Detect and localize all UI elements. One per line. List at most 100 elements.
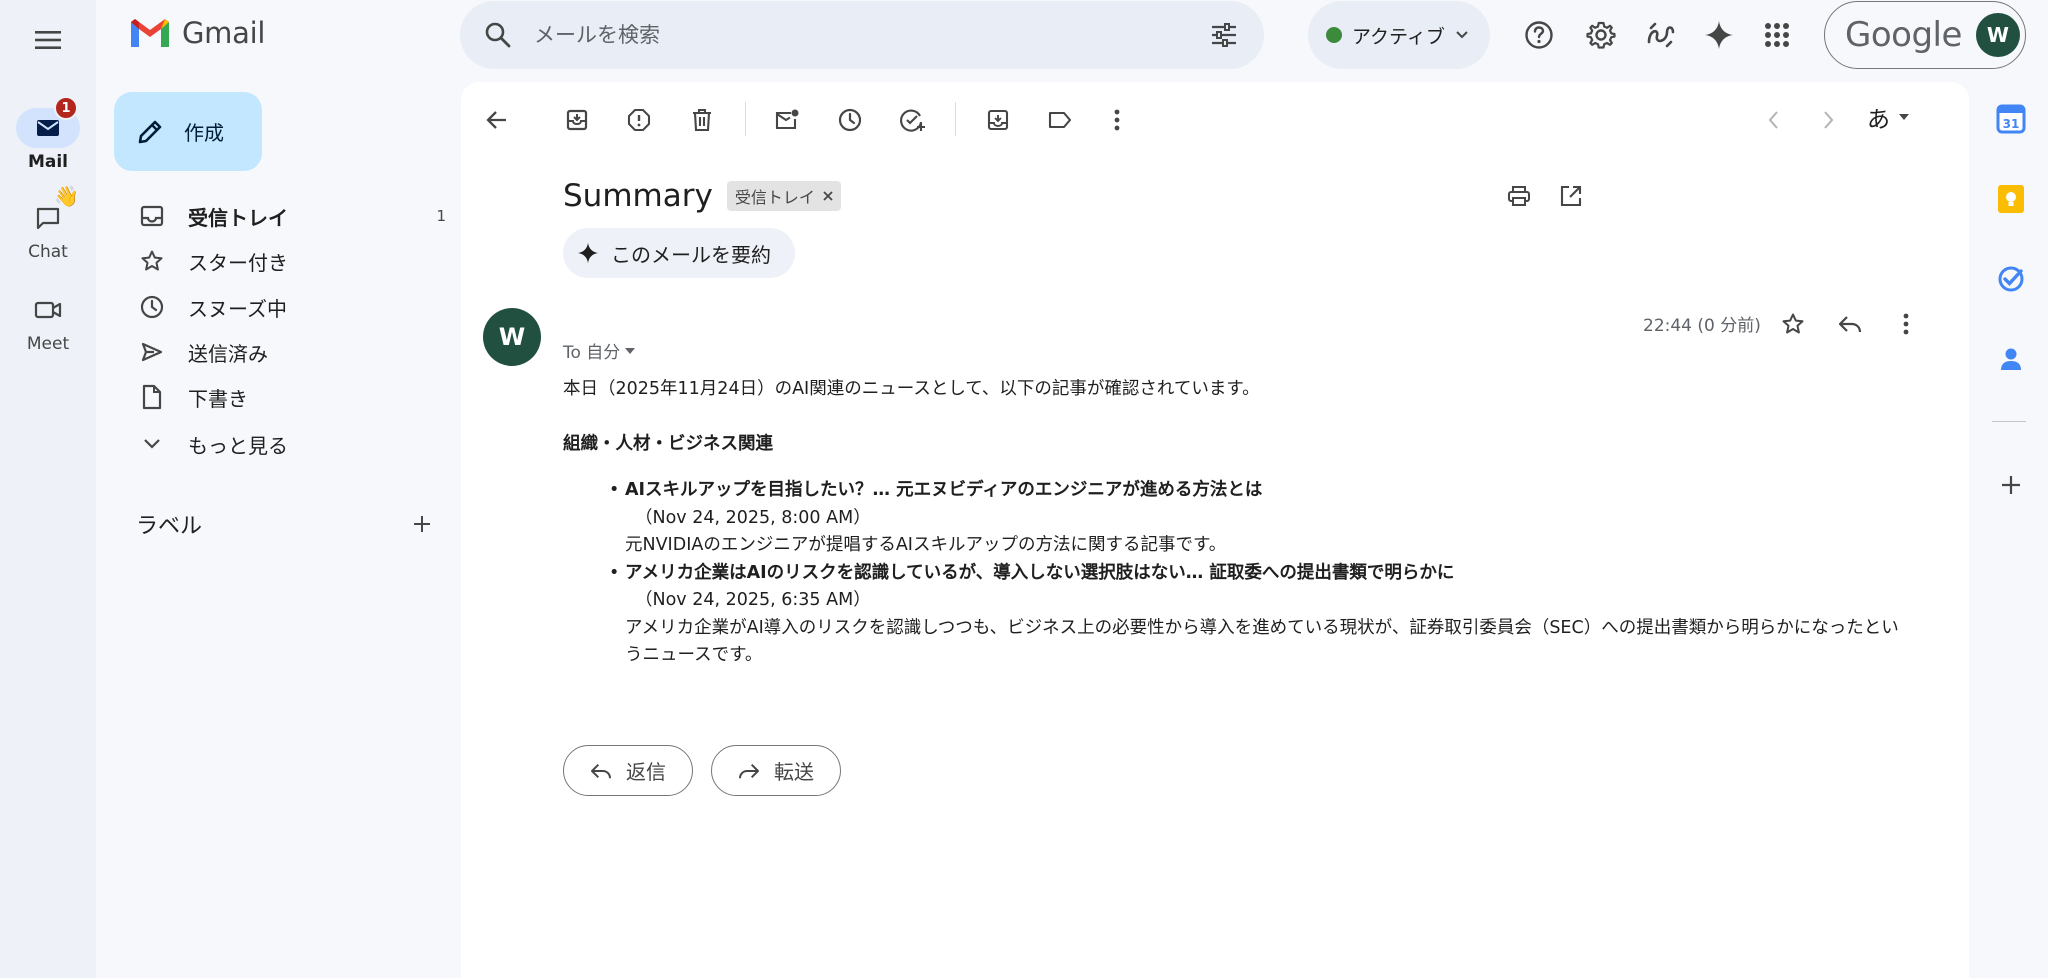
nav-label-more: もっと見る <box>188 433 288 458</box>
back-button[interactable] <box>477 100 517 140</box>
ime-label: あ <box>1867 107 1890 133</box>
video-icon <box>34 300 62 320</box>
summarize-email-button[interactable]: このメールを要約 <box>563 228 795 278</box>
gmail-logo[interactable]: Gmail <box>128 16 265 50</box>
rail-item-chat[interactable]: 👋 Chat <box>0 184 96 262</box>
nav-label-drafts: 下書き <box>188 386 248 411</box>
delete-button[interactable] <box>682 100 722 140</box>
nav-item-more[interactable]: もっと見る <box>126 422 446 466</box>
email-body: 本日（2025年11月24日）のAI関連のニュースとして、以下の記事が確認されて… <box>563 376 1903 670</box>
nav-item-snoozed[interactable]: スヌーズ中 <box>126 285 446 329</box>
reply-label: 返信 <box>626 760 666 784</box>
nav-item-sent[interactable]: 送信済み <box>126 330 446 374</box>
email-subject: Summary <box>563 178 713 214</box>
star-button[interactable] <box>1773 304 1813 344</box>
remove-label-button[interactable] <box>823 191 833 201</box>
gmail-m-icon <box>128 16 172 50</box>
extensions-button[interactable] <box>1640 14 1682 56</box>
article-date: （Nov 24, 2025, 6:35 AM） <box>635 590 871 610</box>
article-title: アメリカ企業はAIのリスクを認識しているが、導入しない選択肢はない… 証取委への… <box>625 562 1455 583</box>
search-options-icon[interactable] <box>1210 23 1238 47</box>
list-item: アメリカ企業はAIのリスクを認識しているが、導入しない選択肢はない… 証取委への… <box>609 560 1903 670</box>
help-icon <box>1524 20 1554 50</box>
keep-button[interactable] <box>1990 178 2032 220</box>
apps-button[interactable] <box>1756 14 1798 56</box>
compose-button[interactable]: 作成 <box>114 92 262 171</box>
get-addons-button[interactable] <box>1990 464 2032 506</box>
rail-label-chat: Chat <box>28 242 68 262</box>
pencil-icon <box>136 118 164 146</box>
forward-button[interactable]: 転送 <box>711 745 841 796</box>
settings-button[interactable] <box>1580 14 1622 56</box>
recipient-details[interactable]: To 自分 <box>563 338 636 363</box>
nav-item-drafts[interactable]: 下書き <box>126 375 446 419</box>
add-task-button[interactable] <box>893 100 933 140</box>
mail-icon <box>36 118 60 138</box>
archive-button[interactable] <box>557 100 597 140</box>
forward-icon <box>738 762 760 780</box>
move-to-button[interactable] <box>978 100 1018 140</box>
report-spam-button[interactable] <box>619 100 659 140</box>
mark-unread-button[interactable] <box>767 100 807 140</box>
mark-unread-icon <box>774 108 800 132</box>
chevron-left-icon <box>1767 110 1779 130</box>
help-button[interactable] <box>1518 14 1560 56</box>
calendar-button[interactable]: 31 <box>1990 98 2032 140</box>
newer-button[interactable] <box>1753 100 1793 140</box>
message-more-button[interactable] <box>1886 304 1926 344</box>
label-chip-inbox: 受信トレイ <box>726 181 841 211</box>
caret-down-icon <box>624 347 636 355</box>
star-icon <box>1781 312 1805 336</box>
rail-item-meet[interactable]: Meet <box>0 290 96 354</box>
left-rail: 1 Mail 👋 Chat Meet <box>0 0 96 978</box>
contacts-button[interactable] <box>1990 338 2032 380</box>
plus-icon <box>412 514 432 534</box>
status-selector[interactable]: アクティブ <box>1308 1 1490 69</box>
article-description: 元NVIDIAのエンジニアが提唱するAIスキルアップの方法に関する記事です。 <box>625 535 1227 555</box>
summarize-label: このメールを要約 <box>611 242 771 267</box>
star-icon <box>136 249 168 273</box>
search-bar[interactable] <box>460 1 1264 69</box>
nav-item-inbox[interactable]: 受信トレイ 1 <box>126 194 446 238</box>
article-list: AIスキルアップを目指したい？… 元エヌビディアのエンジニアが進める方法とは （… <box>563 477 1903 670</box>
rail-item-mail[interactable]: 1 Mail <box>0 96 96 172</box>
main-menu-button[interactable] <box>28 20 68 60</box>
sender-avatar[interactable]: W <box>483 308 541 366</box>
squiggle-icon <box>1645 20 1677 50</box>
open-new-window-button[interactable] <box>1551 176 1591 216</box>
add-label-button[interactable] <box>412 514 432 534</box>
search-icon[interactable] <box>484 21 512 49</box>
wave-emoji-icon: 👋 <box>54 184 79 208</box>
reply-icon <box>1838 314 1862 334</box>
reply-button[interactable]: 返信 <box>563 745 693 796</box>
move-to-icon <box>986 108 1010 132</box>
gemini-button[interactable] <box>1698 14 1740 56</box>
report-icon <box>627 108 651 132</box>
reply-icon-button[interactable] <box>1830 304 1870 344</box>
list-item: AIスキルアップを目指したい？… 元エヌビディアのエンジニアが進める方法とは （… <box>609 477 1903 560</box>
forward-label: 転送 <box>774 760 814 784</box>
status-dot <box>1326 27 1342 43</box>
more-actions-button[interactable] <box>1097 100 1137 140</box>
rail-label-meet: Meet <box>26 334 70 354</box>
snooze-button[interactable] <box>830 100 870 140</box>
clock-icon <box>136 295 168 319</box>
print-icon <box>1507 185 1531 207</box>
apps-grid-icon <box>1764 22 1790 48</box>
arrow-left-icon <box>486 110 508 130</box>
email-timestamp: 22:44 (0 分前) <box>1643 316 1761 336</box>
article-description: アメリカ企業がAI導入のリスクを認識しつつも、ビジネス上の必要性から導入を進めて… <box>625 617 1899 666</box>
labels-button[interactable] <box>1040 100 1080 140</box>
svg-text:31: 31 <box>2003 117 2020 131</box>
section-heading: 組織・人材・ビジネス関連 <box>563 433 773 454</box>
nav-item-starred[interactable]: スター付き <box>126 239 446 283</box>
print-button[interactable] <box>1499 176 1539 216</box>
search-input[interactable] <box>534 23 1210 47</box>
labels-section: ラベル <box>136 508 432 540</box>
older-button[interactable] <box>1809 100 1849 140</box>
input-tools-button[interactable]: あ <box>1867 100 1910 134</box>
rail-label-mail: Mail <box>27 152 69 172</box>
google-wordmark: Google <box>1845 15 1962 55</box>
tasks-button[interactable] <box>1990 258 2032 300</box>
message-panel: あ Summary 受信トレイ このメールを要約 W 22:44 (0 分前) … <box>461 82 1969 978</box>
